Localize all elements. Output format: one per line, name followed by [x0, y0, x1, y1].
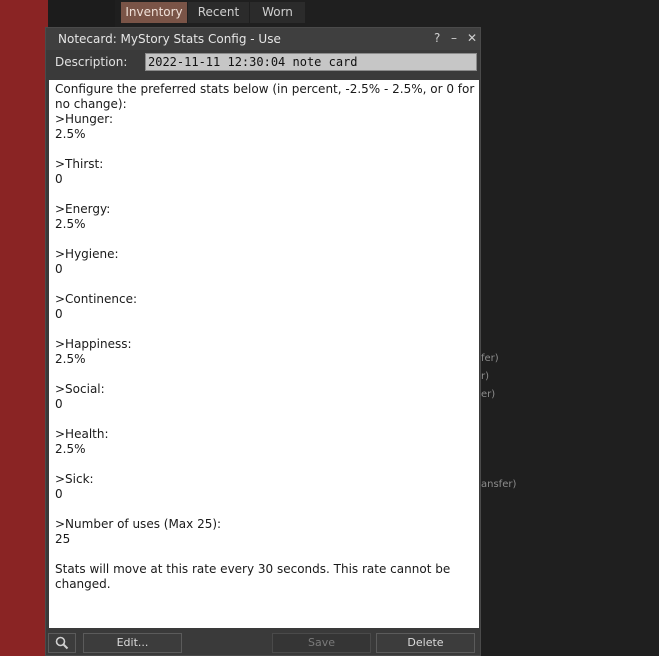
notecard-window: Notecard: MyStory Stats Config - Use ? –… [45, 27, 481, 656]
tab-recent[interactable]: Recent [188, 2, 249, 23]
tab-worn[interactable]: Worn [250, 2, 305, 23]
help-icon[interactable]: ? [434, 31, 440, 45]
notecard-text-editor[interactable]: Configure the preferred stats below (in … [49, 80, 479, 628]
close-icon[interactable]: ✕ [467, 31, 477, 45]
save-button[interactable]: Save [272, 633, 371, 653]
background-text-fragment: fer) [481, 353, 499, 364]
minimize-icon[interactable]: – [451, 31, 457, 45]
window-titlebar[interactable]: Notecard: MyStory Stats Config - Use ? –… [46, 28, 480, 50]
inventory-tabs: Inventory Recent Worn [121, 2, 306, 23]
left-red-strip [0, 0, 48, 656]
search-icon [55, 636, 69, 650]
delete-button[interactable]: Delete [376, 633, 475, 653]
window-title: Notecard: MyStory Stats Config - Use [58, 32, 281, 46]
search-button[interactable] [48, 633, 76, 653]
edit-button[interactable]: Edit... [83, 633, 182, 653]
background-text-fragment: er) [481, 389, 496, 400]
description-input[interactable] [145, 53, 477, 71]
tab-inventory[interactable]: Inventory [121, 2, 187, 23]
description-label: Description: [55, 55, 128, 69]
background-text-fragment: ansfer) [481, 479, 517, 490]
background-text-fragment: r) [481, 371, 490, 382]
